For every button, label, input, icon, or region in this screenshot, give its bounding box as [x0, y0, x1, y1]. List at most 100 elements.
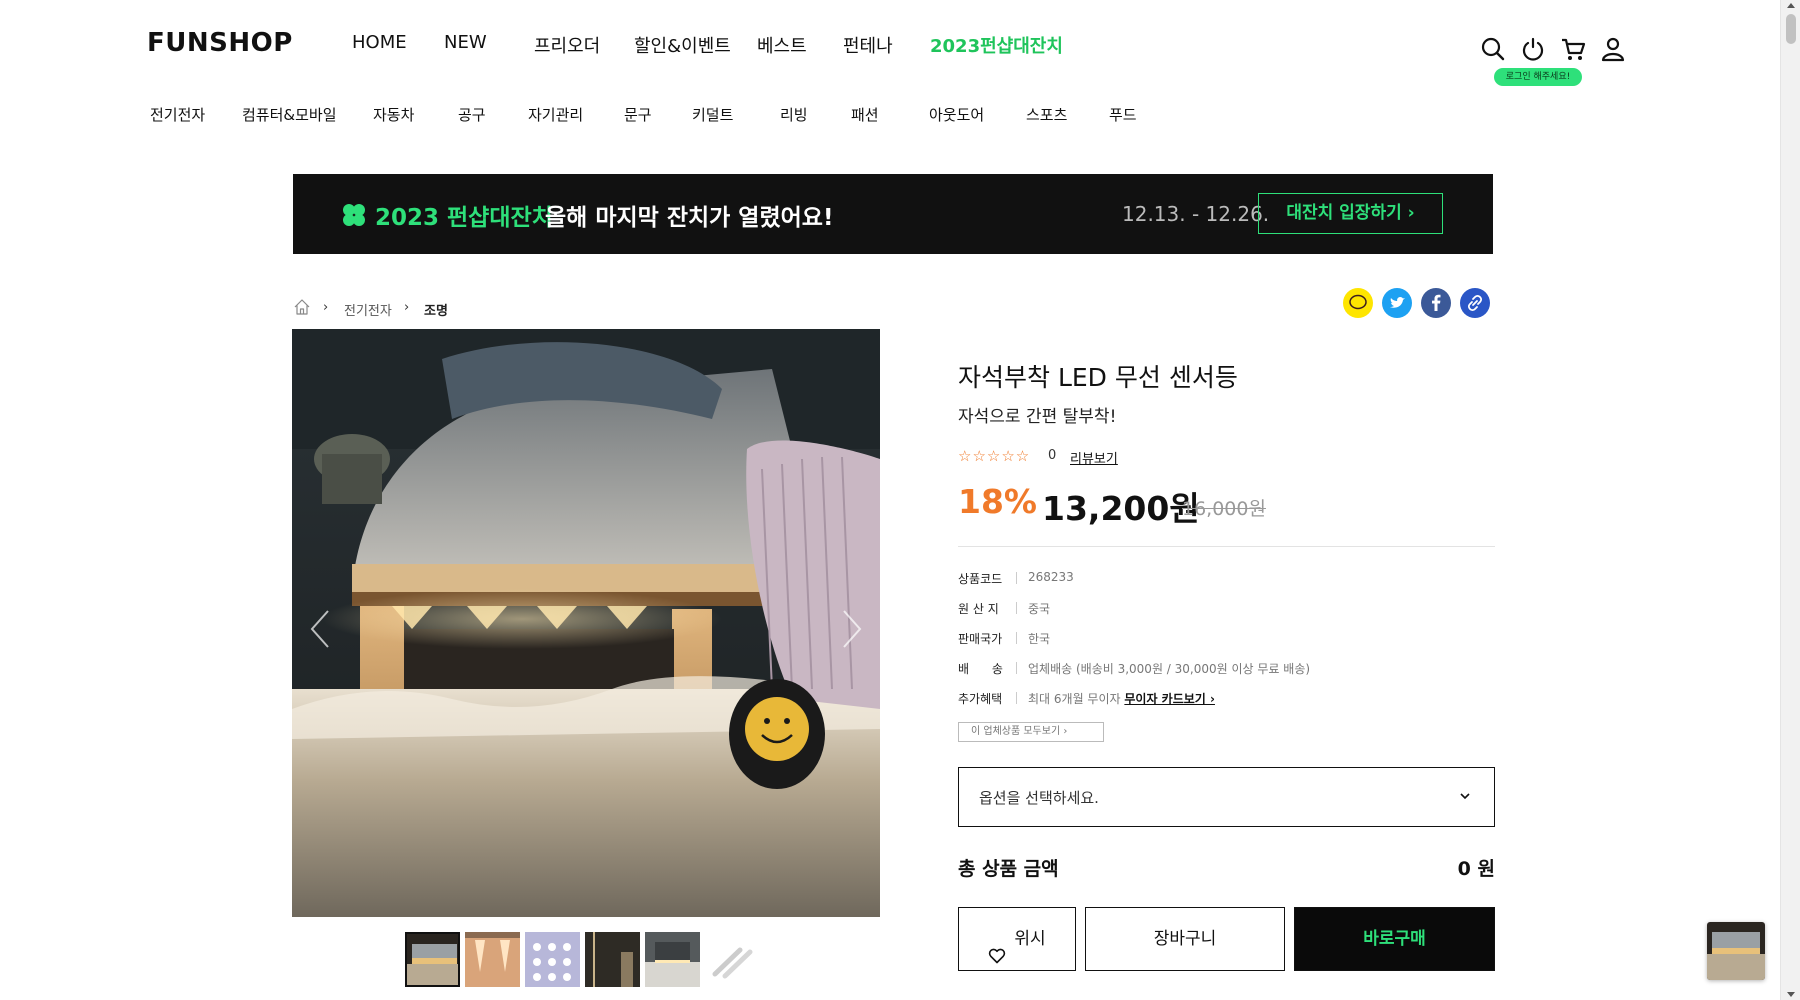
banner-highlight: 2023 펀샵대잔치	[375, 205, 553, 231]
category-food[interactable]: 푸드	[1109, 104, 1137, 125]
nav-best[interactable]: 베스트	[757, 32, 807, 58]
product-rating: ☆☆☆☆☆ 0 리뷰보기	[958, 446, 1258, 467]
spec-divider	[1016, 632, 1017, 644]
discount-rate: 18%	[958, 482, 1037, 521]
thumbnail[interactable]	[645, 932, 700, 987]
breadcrumb-separator: ›	[404, 300, 410, 315]
prev-image-arrow[interactable]	[300, 599, 340, 659]
category-car[interactable]: 자동차	[373, 104, 414, 125]
next-image-arrow[interactable]	[832, 599, 872, 659]
festival-banner[interactable]: 2023 펀샵대잔치 올해 마지막 잔치가 열렸어요! 12.13. - 12.…	[293, 174, 1493, 254]
review-link[interactable]: 리뷰보기	[1070, 448, 1118, 467]
spec-key: 원 산 지	[958, 602, 999, 616]
nav-sale-event[interactable]: 할인&이벤트	[634, 32, 731, 58]
category-kidult[interactable]: 키덜트	[692, 104, 733, 125]
original-price: 16,000원	[1182, 498, 1266, 520]
nav-new[interactable]: NEW	[444, 32, 487, 53]
nav-festival-2023[interactable]: 2023펀샵대잔치	[930, 32, 1063, 58]
thumbnail[interactable]	[705, 932, 760, 987]
thumbnail[interactable]	[585, 932, 640, 987]
funshop-logo[interactable]: FUNSHOP	[147, 28, 293, 58]
utility-icons	[1478, 34, 1638, 64]
installment-card-link[interactable]: 무이자 카드보기 ›	[1124, 692, 1215, 706]
spec-key: 추가혜택	[958, 692, 1003, 706]
spec-divider	[1016, 602, 1017, 614]
nav-preorder[interactable]: 프리오더	[534, 32, 600, 58]
category-outdoor[interactable]: 아웃도어	[929, 104, 984, 125]
spec-value: 268233	[1028, 570, 1074, 584]
nav-home[interactable]: HOME	[352, 32, 407, 53]
scroll-up-arrow[interactable]	[1787, 3, 1795, 8]
category-stationery[interactable]: 문구	[624, 104, 652, 125]
login-badge[interactable]: 로그인 해주세요!	[1494, 68, 1582, 86]
banner-enter-button[interactable]: 대잔치 입장하기 ›	[1258, 193, 1443, 234]
banner-dates: 12.13. - 12.26.	[1122, 202, 1270, 226]
purchase-buttons: 위시 장바구니 바로구매	[958, 907, 1495, 971]
category-electronics[interactable]: 전기전자	[150, 104, 205, 125]
scrollbar[interactable]	[1780, 0, 1800, 1000]
category-fashion[interactable]: 패션	[851, 104, 879, 125]
category-living[interactable]: 리빙	[780, 104, 808, 125]
scroll-thumb[interactable]	[1786, 14, 1796, 44]
spec-value: 최대 6개월 무이자 무이자 카드보기 ›	[1028, 690, 1215, 707]
spec-divider	[1016, 572, 1017, 584]
heart-icon	[988, 929, 1006, 963]
banner-message: 올해 마지막 잔치가 열렸어요!	[545, 205, 834, 231]
spec-value: 업체배송 (배송비 3,000원 / 30,000원 이상 무료 배송)	[1028, 662, 1311, 676]
category-sports[interactable]: 스포츠	[1026, 104, 1067, 125]
breadcrumb-lighting[interactable]: 조명	[424, 300, 448, 319]
power-icon[interactable]	[1518, 34, 1548, 64]
spec-row: 추가혜택 최대 6개월 무이자 무이자 카드보기 ›	[958, 688, 1495, 708]
twitter-icon[interactable]	[1382, 288, 1412, 318]
category-selfcare[interactable]: 자기관리	[528, 104, 583, 125]
breadcrumb-electronics[interactable]: 전기전자	[344, 300, 392, 319]
installment-text: 최대 6개월 무이자	[1028, 692, 1121, 706]
add-to-cart-button[interactable]: 장바구니	[1085, 907, 1285, 971]
spec-value: 중국	[1028, 602, 1051, 616]
vendor-products-button[interactable]: 이 업체상품 모두보기 ›	[958, 722, 1104, 742]
user-icon[interactable]	[1598, 34, 1628, 64]
buy-now-button[interactable]: 바로구매	[1294, 907, 1495, 971]
wish-button[interactable]: 위시	[958, 907, 1076, 971]
thumbnail[interactable]	[525, 932, 580, 987]
spec-divider	[1016, 662, 1017, 674]
nav-funtenna[interactable]: 펀테나	[843, 32, 893, 58]
total-price: 총 상품 금액 0 원	[958, 852, 1495, 882]
kakaotalk-icon[interactable]	[1343, 288, 1373, 318]
link-icon[interactable]	[1460, 288, 1490, 318]
total-label: 총 상품 금액	[958, 858, 1059, 880]
spec-row: 원 산 지 중국	[958, 598, 1495, 618]
home-icon[interactable]	[293, 298, 311, 316]
search-icon[interactable]	[1478, 34, 1508, 64]
spec-row: 배 송 업체배송 (배송비 3,000원 / 30,000원 이상 무료 배송)	[958, 658, 1495, 678]
breadcrumb-separator: ›	[323, 300, 329, 315]
spec-key: 판매국가	[958, 632, 1003, 646]
option-select[interactable]: 옵션을 선택하세요.	[958, 767, 1495, 827]
price-block: 18% 13,200원 16,000원	[958, 480, 1495, 528]
category-computer-mobile[interactable]: 컴퓨터&모바일	[242, 104, 337, 125]
spec-value: 한국	[1028, 632, 1051, 646]
chevron-down-icon	[1458, 788, 1472, 802]
thumbnail[interactable]	[465, 932, 520, 987]
spec-divider	[1016, 692, 1017, 704]
cart-icon[interactable]	[1558, 34, 1588, 64]
review-count: 0	[1048, 448, 1057, 463]
product-subtitle: 자석으로 간편 탈부착!	[958, 407, 1117, 427]
category-tools[interactable]: 공구	[458, 104, 486, 125]
divider	[958, 546, 1495, 547]
spec-key: 배 송	[958, 662, 1003, 676]
spec-key: 상품코드	[958, 572, 1003, 586]
facebook-icon[interactable]	[1421, 288, 1451, 318]
product-main-image[interactable]	[292, 329, 880, 917]
scroll-down-arrow[interactable]	[1787, 992, 1795, 997]
product-title: 자석부착 LED 무선 센서등	[958, 363, 1238, 392]
clover-icon	[341, 202, 367, 228]
recently-viewed-thumbnail[interactable]	[1707, 922, 1765, 980]
option-placeholder: 옵션을 선택하세요.	[979, 789, 1099, 807]
spec-row: 판매국가 한국	[958, 628, 1495, 648]
thumbnail[interactable]	[405, 932, 460, 987]
total-value: 0 원	[1457, 858, 1495, 880]
share-buttons	[1343, 288, 1493, 320]
spec-row: 상품코드 268233	[958, 568, 1495, 588]
wish-label: 위시	[1014, 929, 1046, 949]
